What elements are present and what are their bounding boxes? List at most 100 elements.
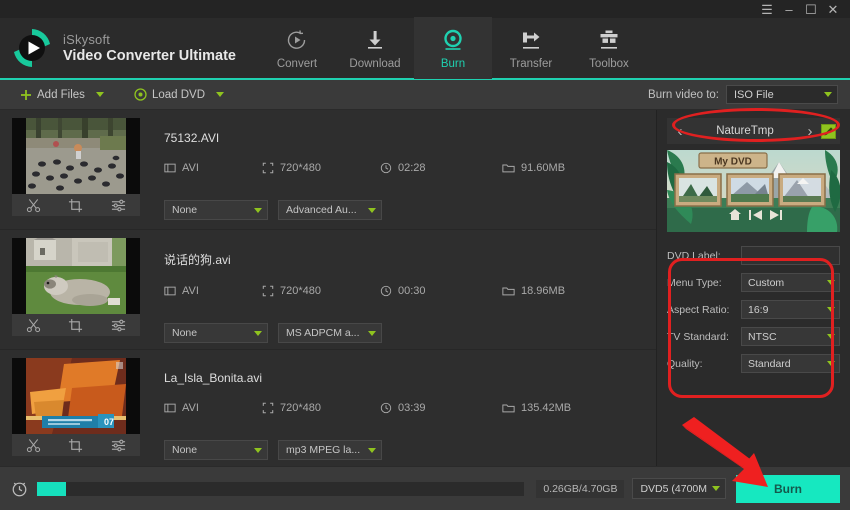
brand-name: iSkysoft: [63, 32, 236, 47]
chevron-down-icon: [254, 331, 262, 336]
file-dropdown-row: None MS ADPCM a...: [164, 323, 656, 343]
file-resolution: 720*480: [262, 402, 380, 414]
tab-download[interactable]: Download: [336, 17, 414, 79]
tab-label: Toolbox: [589, 58, 629, 70]
tab-label: Convert: [277, 58, 317, 70]
subtitle-select[interactable]: None: [164, 200, 268, 220]
size-value: 18.96MB: [521, 285, 565, 297]
format-value: AVI: [182, 402, 199, 414]
chevron-down-icon: [827, 334, 835, 339]
chevron-down-icon: [368, 448, 376, 453]
subtitle-select[interactable]: None: [164, 440, 268, 460]
prev-template-button[interactable]: ‹: [671, 123, 689, 140]
app-logo-icon: [10, 26, 54, 70]
subtitle-value: None: [172, 204, 197, 216]
chevron-down-icon[interactable]: [216, 92, 224, 97]
alarm-clock-icon[interactable]: [10, 479, 29, 498]
burn-video-to-label: Burn video to:: [648, 89, 719, 101]
svg-text:07: 07: [104, 417, 114, 427]
edit-pencil-icon[interactable]: [821, 124, 836, 139]
template-name: NatureTmp: [689, 125, 801, 137]
aspect-ratio-select[interactable]: 16:9: [741, 300, 840, 319]
tv-standard-select[interactable]: NTSC: [741, 327, 840, 346]
crop-icon[interactable]: [68, 438, 83, 453]
file-size: 91.60MB: [502, 162, 565, 174]
table-row[interactable]: 07: [0, 350, 656, 466]
file-duration: 02:28: [380, 162, 502, 174]
chevron-down-icon[interactable]: [96, 92, 104, 97]
thumbnail-actions: [12, 194, 140, 216]
duration-value: 02:28: [398, 162, 426, 174]
file-info: 说话的狗.avi AVI: [140, 238, 656, 349]
audio-select[interactable]: Advanced Au...: [278, 200, 382, 220]
setting-dvd-label: DVD Label:: [667, 242, 840, 269]
format-icon: [164, 402, 176, 414]
setting-label: Quality:: [667, 358, 741, 370]
resolution-icon: [262, 162, 274, 174]
effect-icon[interactable]: [111, 318, 126, 333]
effect-icon[interactable]: [111, 198, 126, 213]
burn-button[interactable]: Burn: [736, 475, 840, 503]
audio-select[interactable]: MS ADPCM a...: [278, 323, 382, 343]
dvd-menu-preview[interactable]: My DVD: [667, 150, 840, 232]
crop-icon[interactable]: [68, 198, 83, 213]
menu-icon[interactable]: ☰: [756, 0, 778, 18]
disc-type-select[interactable]: DVD5 (4700M: [632, 478, 726, 499]
menu-type-select[interactable]: Custom: [741, 273, 840, 292]
size-value: 135.42MB: [521, 402, 571, 414]
file-meta-row: AVI 720*480: [164, 402, 656, 414]
add-files-button[interactable]: Add Files: [14, 84, 110, 106]
quality-value: Standard: [748, 358, 791, 370]
menu-type-value: Custom: [748, 277, 784, 289]
video-thumbnail[interactable]: [12, 238, 140, 314]
burn-target-group: Burn video to: ISO File: [648, 85, 850, 104]
file-name: 75132.AVI: [164, 131, 656, 145]
burn-target-select[interactable]: ISO File: [726, 85, 838, 104]
audio-select[interactable]: mp3 MPEG la...: [278, 440, 382, 460]
file-dropdown-row: None Advanced Au...: [164, 200, 656, 220]
load-dvd-button[interactable]: Load DVD: [128, 84, 230, 106]
plus-icon: [20, 89, 32, 101]
video-thumbnail[interactable]: [12, 118, 140, 194]
load-dvd-label: Load DVD: [152, 89, 205, 101]
close-icon[interactable]: ✕: [822, 0, 844, 18]
table-row[interactable]: 75132.AVI AVI: [0, 110, 656, 230]
file-size: 135.42MB: [502, 402, 571, 414]
minimize-icon[interactable]: –: [778, 0, 800, 18]
quality-select[interactable]: Standard: [741, 354, 840, 373]
subtitle-select[interactable]: None: [164, 323, 268, 343]
app-window: ☰ – ☐ ✕ iSkysoft Video Converter Ultimat…: [0, 0, 850, 510]
file-info: 75132.AVI AVI: [140, 118, 656, 229]
tab-transfer[interactable]: Transfer: [492, 17, 570, 79]
effect-icon[interactable]: [111, 438, 126, 453]
burn-progress-bar: [37, 482, 524, 496]
duration-value: 00:30: [398, 285, 426, 297]
dvd-label-input[interactable]: [741, 246, 840, 265]
chevron-down-icon: [712, 486, 720, 491]
format-icon: [164, 285, 176, 297]
app-header: iSkysoft Video Converter Ultimate Conver…: [0, 18, 850, 80]
audio-value: MS ADPCM a...: [286, 327, 360, 339]
progress-fill: [37, 482, 66, 496]
crop-icon[interactable]: [68, 318, 83, 333]
table-row[interactable]: 说话的狗.avi AVI: [0, 230, 656, 350]
tab-label: Burn: [441, 58, 465, 70]
maximize-icon[interactable]: ☐: [800, 0, 822, 18]
trim-icon[interactable]: [26, 438, 41, 453]
tab-convert[interactable]: Convert: [258, 17, 336, 79]
toolbox-icon: [597, 27, 621, 53]
video-thumbnail[interactable]: 07: [12, 358, 140, 434]
file-format: AVI: [164, 402, 262, 414]
burn-target-value: ISO File: [734, 89, 774, 101]
tab-burn[interactable]: Burn: [414, 17, 492, 79]
chevron-down-icon: [827, 280, 835, 285]
next-template-button[interactable]: ›: [801, 123, 819, 140]
folder-icon: [502, 162, 515, 174]
trim-icon[interactable]: [26, 318, 41, 333]
chevron-down-icon: [827, 361, 835, 366]
convert-icon: [285, 27, 309, 53]
burn-disc-icon: [441, 27, 465, 53]
tab-toolbox[interactable]: Toolbox: [570, 17, 648, 79]
trim-icon[interactable]: [26, 198, 41, 213]
clock-icon: [380, 285, 392, 297]
